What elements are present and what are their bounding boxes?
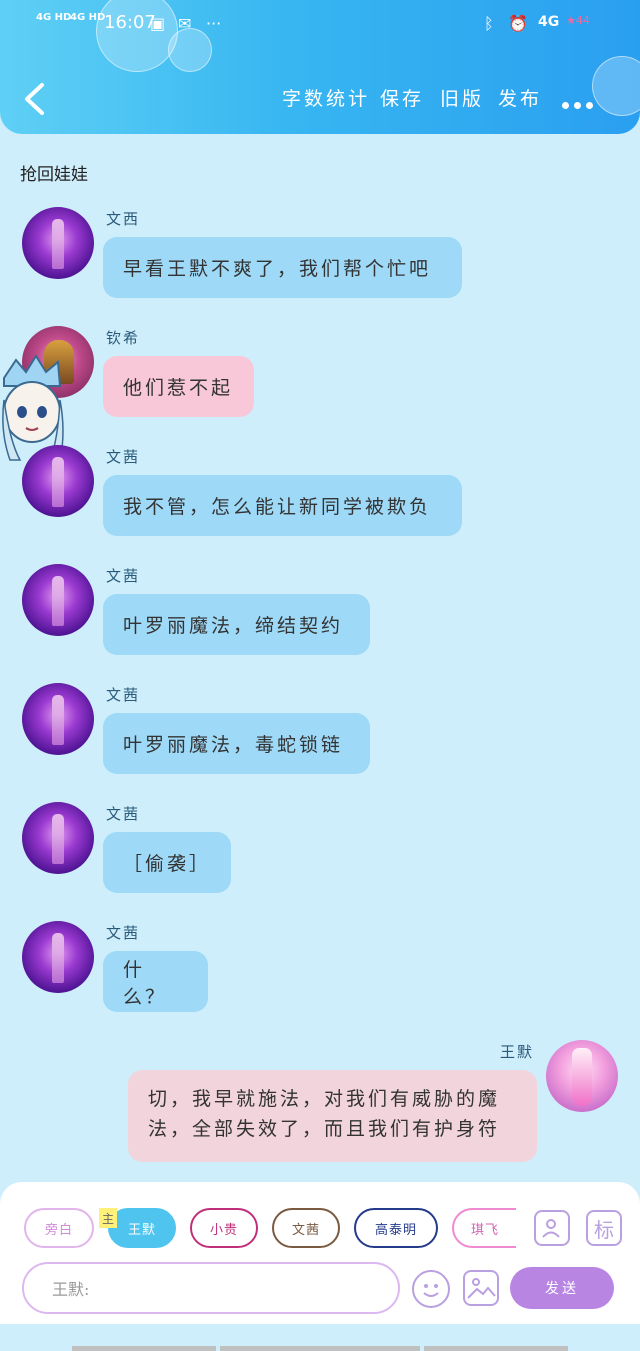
role-chip-xiaogui[interactable]: 小贵 (190, 1208, 258, 1248)
image-icon[interactable] (463, 1270, 499, 1306)
publish-button[interactable]: 发布 (498, 84, 542, 111)
role-chip-wangmo[interactable]: 王默 (108, 1208, 176, 1248)
save-button[interactable]: 保存 (380, 84, 424, 111)
message-bubble[interactable]: ［偷袭］ (103, 832, 231, 893)
signal-icon: 4G HD (36, 12, 72, 23)
chapter-title: 抢回娃娃 (20, 165, 88, 185)
speaker-name: 文茜 (106, 567, 141, 585)
speaker-name: 文茜 (106, 805, 141, 823)
speaker-name: 钦希 (106, 329, 141, 347)
status-bar: 4G HD 4G HD 16:07 ▣ ✉ ··· ᛒ ⏰ 4G ★44 (0, 10, 640, 40)
role-chip-wenxi[interactable]: 文茜 (272, 1208, 340, 1248)
old-version-button[interactable]: 旧版 (440, 84, 484, 111)
system-nav-bar (0, 1324, 640, 1351)
avatar[interactable] (22, 445, 94, 517)
word-count-button[interactable]: 字数统计 (282, 84, 370, 111)
message-input[interactable]: 王默: (22, 1262, 400, 1314)
message-bubble[interactable]: 叶罗丽魔法，缔结契约 (103, 594, 370, 655)
message-bubble[interactable]: 他们惹不起 (103, 356, 254, 417)
speaker-name: 王默 (500, 1043, 535, 1061)
message-bubble[interactable]: 什么？ (103, 951, 208, 1012)
avatar[interactable] (22, 683, 94, 755)
speaker-name: 文茜 (106, 686, 141, 704)
message-line: 切，我早就施法，对我们有威胁的魔 (148, 1088, 501, 1110)
avatar[interactable] (22, 564, 94, 636)
message-bubble[interactable]: 叶罗丽魔法，毒蛇锁链 (103, 713, 370, 774)
alarm-icon: ⏰ (508, 14, 528, 33)
more-options-icon[interactable] (562, 94, 598, 113)
decor-bubble (592, 56, 640, 116)
back-arrow-icon[interactable] (22, 82, 46, 116)
main-role-tag: 主 (99, 1208, 117, 1228)
send-button[interactable]: 发送 (510, 1267, 614, 1309)
app-notification-icon: ▣ (150, 14, 166, 33)
speaker-name: 文茜 (106, 924, 141, 942)
speaker-name: 文西 (106, 210, 141, 228)
person-icon (542, 1219, 560, 1238)
avatar[interactable] (22, 207, 94, 279)
role-chip-narrator[interactable]: 旁白 (24, 1208, 94, 1248)
mark-button[interactable]: 标 (586, 1210, 622, 1246)
message-bubble[interactable]: 早看王默不爽了，我们帮个忙吧 (103, 237, 462, 298)
avatar[interactable] (22, 921, 94, 993)
network-icon: 4G (538, 14, 560, 30)
battery-icon: ★44 (566, 14, 590, 27)
add-role-icon[interactable] (534, 1210, 570, 1246)
avatar[interactable] (22, 802, 94, 874)
signal-icon: 4G HD (70, 12, 106, 23)
nav-indicator[interactable] (72, 1346, 216, 1351)
speaker-name: 文茜 (106, 448, 141, 466)
role-chip-gaotaiming[interactable]: 高泰明 (354, 1208, 438, 1248)
message-bubble[interactable]: 切，我早就施法，对我们有威胁的魔 法，全部失效了，而且我们有护身符 (128, 1070, 537, 1162)
nav-indicator[interactable] (424, 1346, 568, 1351)
battery-level: 44 (575, 14, 590, 27)
app-header: 4G HD 4G HD 16:07 ▣ ✉ ··· ᛒ ⏰ 4G ★44 字数统… (0, 0, 640, 134)
clock: 16:07 (104, 12, 156, 33)
bluetooth-icon: ᛒ (484, 14, 494, 33)
emoji-icon[interactable] (412, 1270, 450, 1308)
avatar[interactable] (546, 1040, 618, 1112)
role-chip-qifei[interactable]: 琪飞 (452, 1208, 516, 1248)
message-line: 法，全部失效了，而且我们有护身符 (148, 1118, 501, 1140)
nav-indicator[interactable] (220, 1346, 420, 1351)
mail-icon: ✉ (178, 14, 192, 33)
message-bubble[interactable]: 我不管，怎么能让新同学被欺负 (103, 475, 462, 536)
more-notifications-icon: ··· (206, 14, 222, 33)
